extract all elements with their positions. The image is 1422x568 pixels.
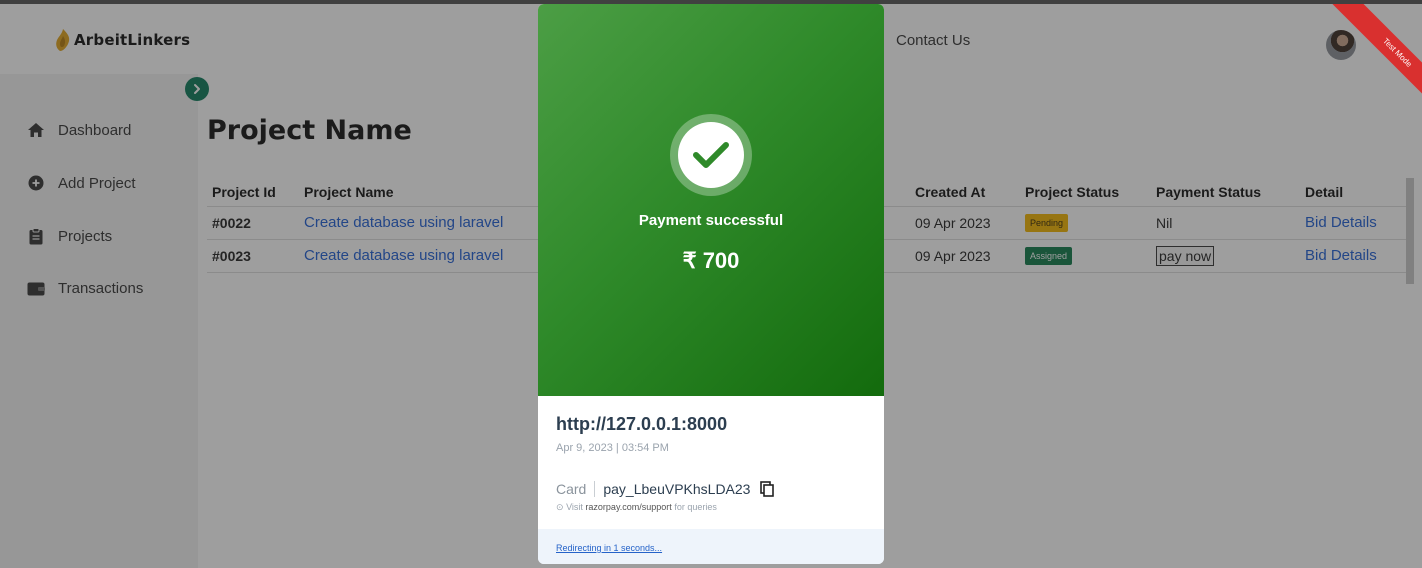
payment-method-row: Card pay_LbeuVPKhsLDA23 — [556, 481, 775, 497]
support-note: ⊙ Visit razorpay.com/support for queries — [556, 502, 717, 513]
redirect-link[interactable]: Redirecting in 1 seconds... — [556, 543, 662, 553]
payment-id: pay_LbeuVPKhsLDA23 — [603, 481, 751, 497]
copy-icon[interactable] — [760, 481, 775, 497]
success-banner: Payment successful ₹ 700 — [538, 4, 884, 396]
payment-datetime: Apr 9, 2023 | 03:54 PM — [556, 442, 669, 454]
support-prefix: Visit — [566, 502, 583, 512]
divider — [594, 481, 596, 497]
payment-message: Payment successful — [638, 212, 784, 229]
payment-method: Card — [556, 481, 587, 497]
support-link[interactable]: razorpay.com/support — [585, 502, 671, 512]
payment-success-modal: Payment successful ₹ 700 http://127.0.0.… — [538, 4, 884, 564]
success-badge — [670, 114, 752, 196]
info-icon: ⊙ — [556, 502, 564, 512]
redirect-bar: Redirecting in 1 seconds... — [538, 529, 884, 564]
merchant-url: http://127.0.0.1:8000 — [556, 414, 728, 434]
test-mode-label: Test Mode — [1329, 4, 1422, 121]
test-mode-ribbon: Test Mode — [1302, 4, 1422, 124]
payment-amount: ₹ 700 — [682, 248, 740, 273]
checkmark-icon — [693, 142, 729, 168]
support-suffix: for queries — [674, 502, 717, 512]
